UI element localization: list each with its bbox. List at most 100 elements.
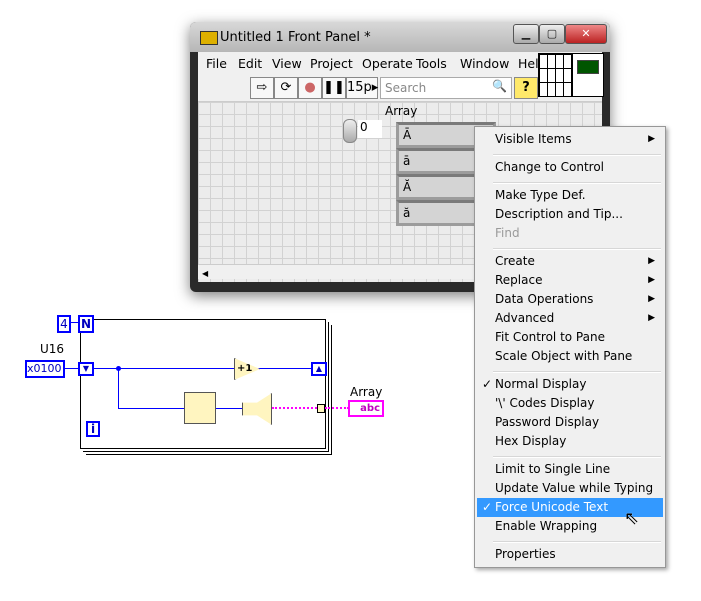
array-indicator[interactable]: abc [348,400,384,417]
menu-item-label: Create [495,254,535,268]
string-wire [325,407,349,409]
vi-icon-pane[interactable] [572,53,604,97]
menu-hel[interactable]: Hel [518,56,539,71]
window-title: Untitled 1 Front Panel * [220,30,371,45]
submenu-arrow-icon: ▶ [648,294,655,304]
menu-item-update-value-while-typing[interactable]: Update Value while Typing [477,479,663,498]
menu-item-advanced[interactable]: Advanced ▶ [477,309,663,328]
menu-item-label: Fit Control to Pane [495,330,605,344]
toolbar: ⇨ ⟳ ● ❚❚ 15p▸ Search 🔍 ? [198,53,604,102]
menu-item-label: Advanced [495,311,555,325]
menu-separator [493,248,661,250]
menu-separator [493,182,661,184]
menu-edit[interactable]: Edit [238,56,262,71]
menu-separator [493,154,661,156]
menu-item-make-type-def[interactable]: Make Type Def. [477,186,663,205]
maximize-button[interactable]: ▢ [539,24,565,44]
vi-icon [200,31,218,45]
scroll-left-icon[interactable]: ◀ [202,269,208,278]
run-arrow-icon[interactable]: ⇨ [250,77,274,99]
menu-item-normal-display[interactable]: ✓ Normal Display [477,375,663,394]
context-menu: Visible Items ▶ Change to Control Make Type… [474,126,666,568]
shift-register-left[interactable]: ▼ [78,362,94,376]
menu-tools[interactable]: Tools [416,56,447,71]
u16-label: U16 [40,342,65,356]
menu-item-limit-to-single-line[interactable]: Limit to Single Line [477,460,663,479]
font-value: 15p [347,80,372,95]
wire [64,368,314,369]
run-continuously-icon[interactable]: ⟳ [274,77,298,99]
array-indicator-label: Array [350,385,383,399]
close-button[interactable]: ✕ [565,24,607,44]
menu-item-label: Scale Object with Pane [495,349,633,363]
shift-register-right[interactable]: ▲ [311,362,327,376]
menu-item-label: Hex Display [495,434,567,448]
menu-file[interactable]: File [206,56,227,71]
index-spinner[interactable] [343,119,357,143]
pause-icon[interactable]: ❚❚ [322,77,346,99]
menu-item-visible-items[interactable]: Visible Items ▶ [477,130,663,149]
submenu-arrow-icon: ▶ [648,134,655,144]
count-terminal: N [78,315,94,333]
mouse-cursor-icon: ⇖ [624,508,640,529]
menu-item-scale-object-with-pane[interactable]: Scale Object with Pane [477,347,663,366]
u16-constant[interactable]: x0100 [25,360,65,378]
checkmark-icon: ✓ [482,500,493,514]
menu-item-label: Normal Display [495,377,587,391]
menu-item-change-to-control[interactable]: Change to Control [477,158,663,177]
wire [118,368,119,408]
menu-item-label: Enable Wrapping [495,519,598,533]
menu-view[interactable]: View [272,56,302,71]
search-input[interactable]: Search 🔍 [380,77,512,99]
connector-pane-icon[interactable] [538,53,572,97]
loop-tunnel [317,404,325,413]
menu-item-codes-display[interactable]: '\' Codes Display [477,394,663,413]
menu-item-hex-display[interactable]: Hex Display [477,432,663,451]
menu-item-label: Description and Tip... [495,207,623,221]
abort-icon[interactable]: ● [298,77,322,99]
menu-item-label: Password Display [495,415,600,429]
menu-item-label: Force Unicode Text [495,500,609,514]
menu-window[interactable]: Window [460,56,509,71]
menu-separator [493,371,661,373]
menu-item-data-operations[interactable]: Data Operations ▶ [477,290,663,309]
menu-item-label: Change to Control [495,160,604,174]
menu-item-label: Visible Items [495,132,572,146]
font-dropdown[interactable]: 15p▸ [346,77,378,99]
menu-item-create[interactable]: Create ▶ [477,252,663,271]
menu-separator [493,541,661,543]
menu-item-password-display[interactable]: Password Display [477,413,663,432]
minimize-button[interactable]: ▁ [513,24,539,44]
menu-item-fit-control-to-pane[interactable]: Fit Control to Pane [477,328,663,347]
menu-item-label: Data Operations [495,292,594,306]
menu-separator [493,456,661,458]
menu-operate[interactable]: Operate [362,56,413,71]
string-wire [272,407,320,409]
menu-item-label: Properties [495,547,556,561]
menu-item-find[interactable]: Find [477,224,663,243]
menu-item-properties[interactable]: Properties [477,545,663,564]
search-placeholder: Search [385,81,427,95]
index-display[interactable]: 0 [358,120,382,138]
menu-item-label: Find [495,226,520,240]
help-button[interactable]: ? [514,77,538,99]
type-cast-function[interactable] [184,392,216,424]
array-label: Array [385,104,418,118]
wire [70,322,78,323]
title-bar[interactable]: Untitled 1 Front Panel * ▁ ▢ ✕ [190,22,610,52]
menu-item-label: Replace [495,273,543,287]
iteration-terminal: i [86,421,100,437]
submenu-arrow-icon: ▶ [648,256,655,266]
menu-item-label: Update Value while Typing [495,481,654,495]
search-icon: 🔍 [492,79,507,93]
submenu-arrow-icon: ▶ [648,313,655,323]
submenu-arrow-icon: ▶ [648,275,655,285]
count-constant[interactable]: 4 [57,315,71,333]
menu-item-replace[interactable]: Replace ▶ [477,271,663,290]
for-loop[interactable] [80,319,326,449]
menu-item-label: Make Type Def. [495,188,586,202]
menu-item-label: '\' Codes Display [495,396,595,410]
menu-item-description-and-tip[interactable]: Description and Tip... [477,205,663,224]
iteration-label: i [86,421,100,437]
menu-project[interactable]: Project [310,56,353,71]
